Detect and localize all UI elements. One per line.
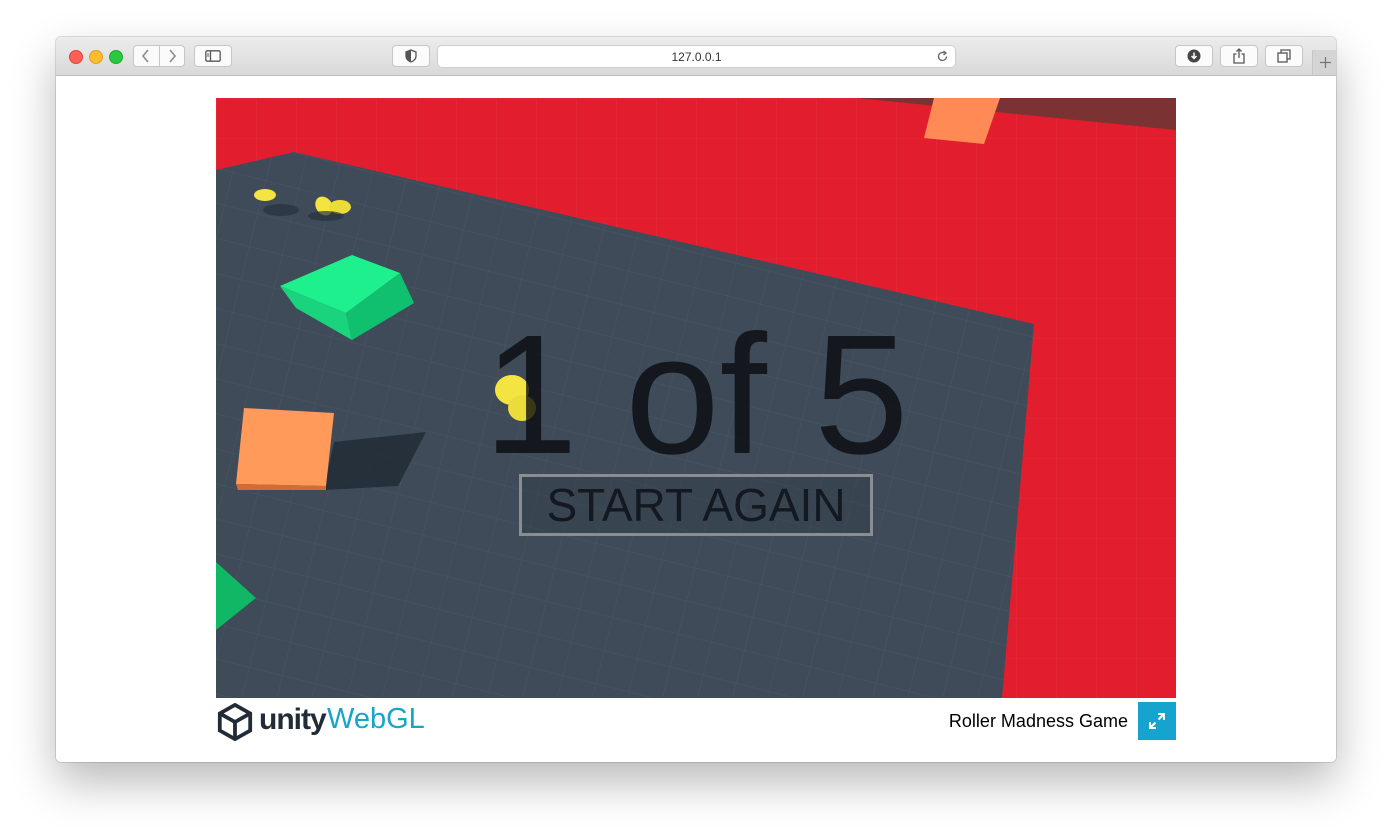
reload-icon[interactable] — [936, 50, 949, 63]
downloads-button[interactable] — [1175, 45, 1213, 67]
browser-window: 127.0.0.1 1 of 5 START AGAIN unity WebGL… — [56, 37, 1336, 762]
sidebar-icon — [205, 50, 221, 62]
page-content: 1 of 5 START AGAIN unity WebGL Roller Ma… — [56, 76, 1336, 762]
fullscreen-button[interactable] — [1138, 702, 1176, 740]
browser-toolbar: 127.0.0.1 — [56, 37, 1336, 76]
share-button[interactable] — [1220, 45, 1258, 67]
start-again-button[interactable]: START AGAIN — [519, 474, 873, 536]
fullscreen-icon — [1149, 713, 1165, 729]
forward-icon — [169, 49, 176, 63]
unity-footer: unity WebGL Roller Madness Game — [216, 698, 1176, 748]
unity-game-canvas[interactable]: 1 of 5 START AGAIN — [216, 98, 1176, 698]
address-bar[interactable]: 127.0.0.1 — [437, 45, 956, 68]
privacy-shield-icon — [405, 49, 417, 63]
zoom-window-button[interactable] — [109, 50, 123, 64]
history-nav — [133, 45, 185, 67]
new-tab-icon — [1319, 57, 1331, 68]
sidebar-button[interactable] — [194, 45, 232, 67]
back-button[interactable] — [134, 46, 159, 66]
url-text: 127.0.0.1 — [671, 49, 722, 64]
unity-logo-icon — [217, 703, 253, 741]
webgl-wordmark: WebGL — [327, 703, 425, 735]
download-icon — [1187, 49, 1201, 63]
privacy-report-button[interactable] — [392, 45, 430, 67]
unity-wordmark: unity — [259, 703, 327, 736]
show-tabs-button[interactable] — [1265, 45, 1303, 67]
share-icon — [1233, 48, 1245, 64]
close-window-button[interactable] — [69, 50, 83, 64]
game-title: Roller Madness Game — [948, 711, 1128, 731]
progress-text: 1 of 5 — [483, 300, 909, 490]
minimize-window-button[interactable] — [89, 50, 103, 64]
tabs-icon — [1277, 49, 1291, 63]
start-again-label: START AGAIN — [546, 479, 846, 531]
coin — [254, 189, 276, 201]
back-icon — [142, 49, 149, 63]
forward-button[interactable] — [158, 46, 185, 66]
new-tab-button[interactable] — [1312, 50, 1336, 75]
